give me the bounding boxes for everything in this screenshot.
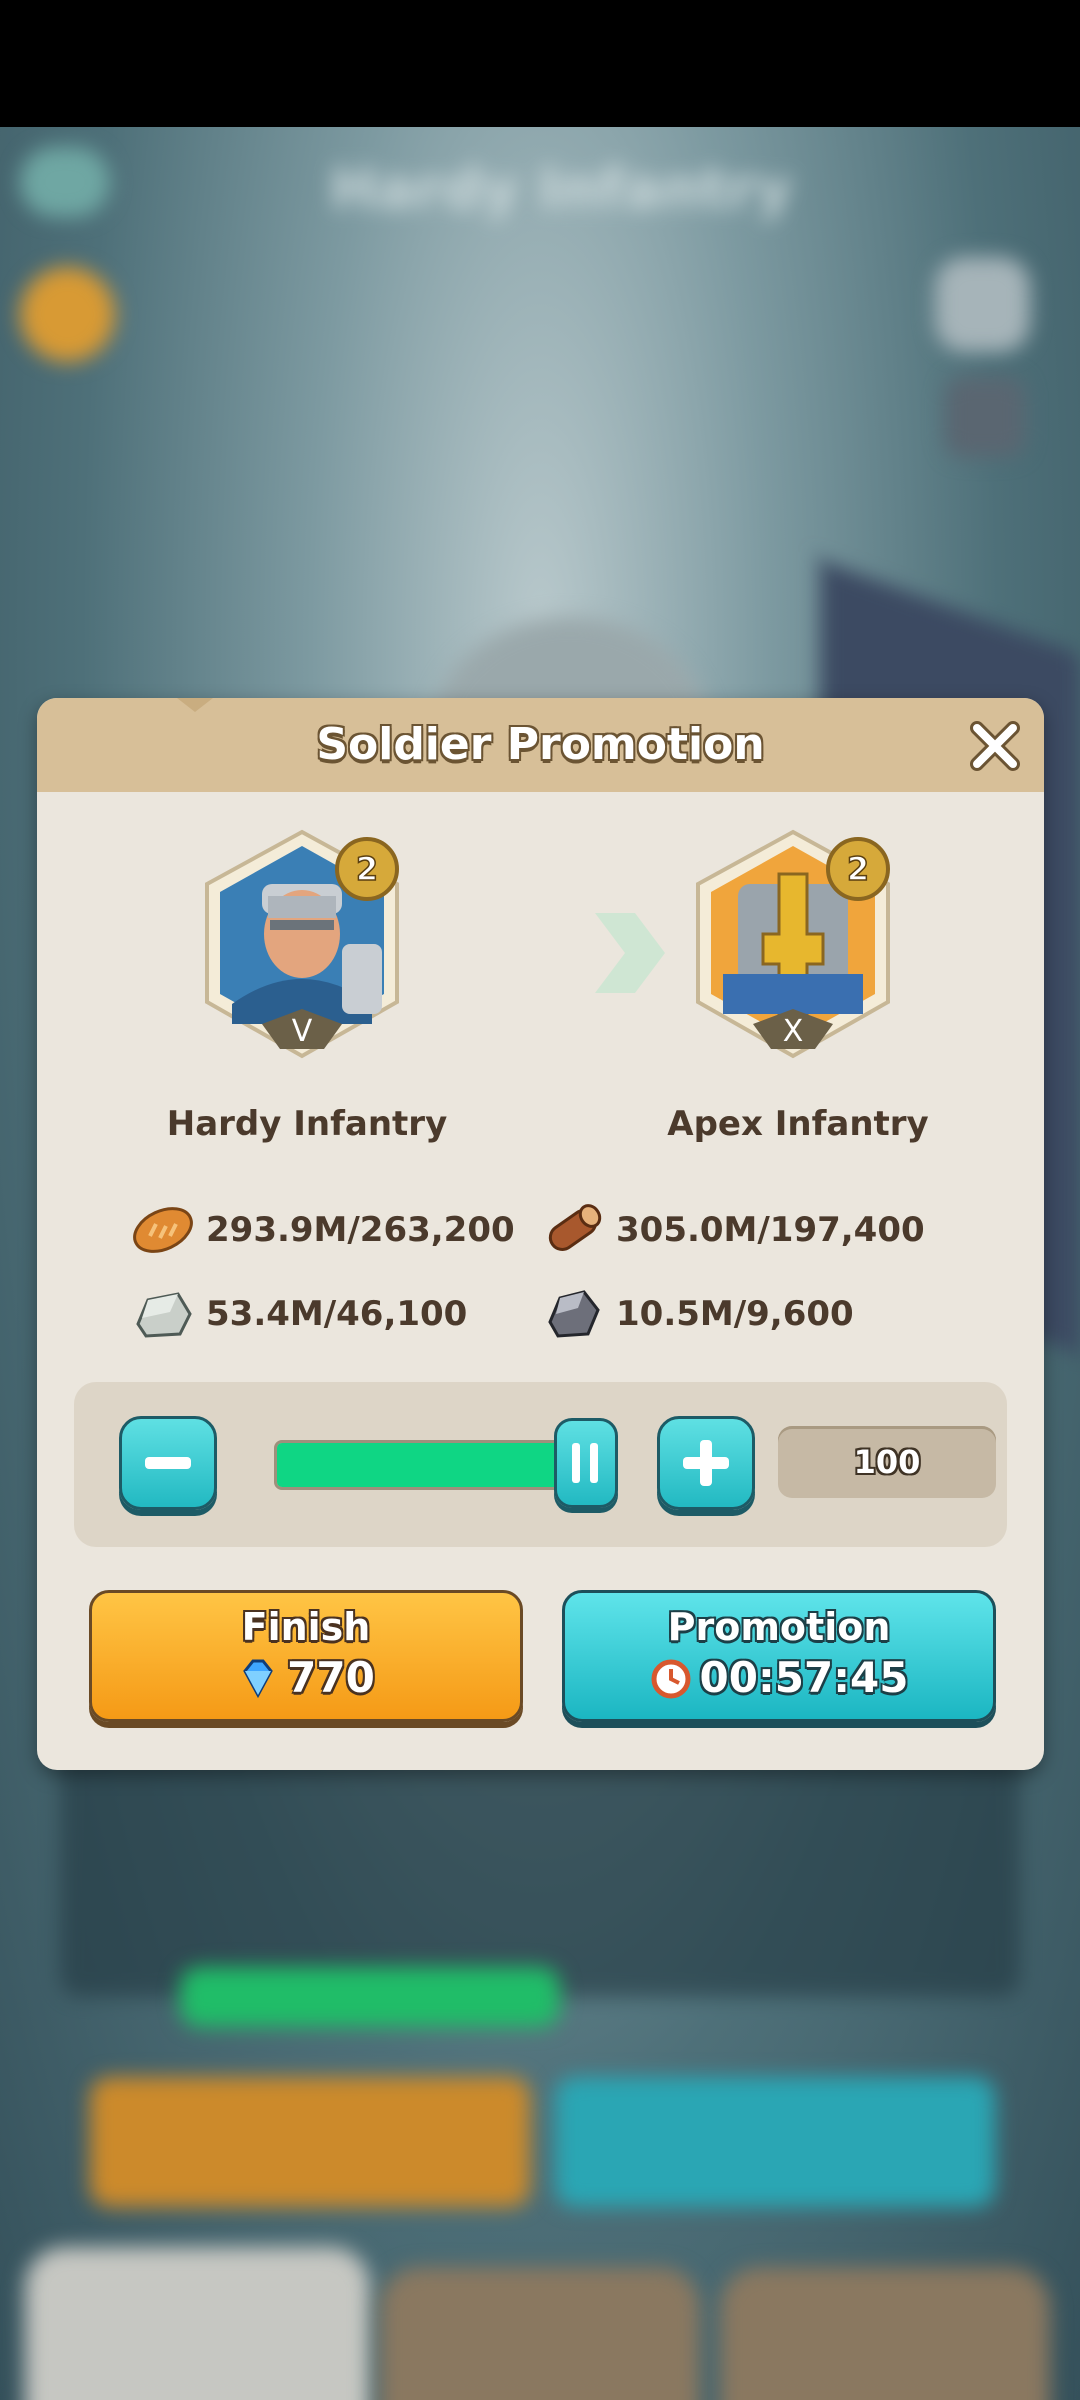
promotion-button-label: Promotion [667, 1605, 891, 1649]
wood-log-icon [548, 1204, 602, 1251]
level-label: 2 [847, 850, 869, 888]
menu-icon [945, 377, 1025, 457]
background-button-right [555, 2077, 995, 2207]
avatar [935, 257, 1030, 352]
finish-button-label: Finish [241, 1605, 371, 1649]
resource-stone: 53.4M/46,100 [130, 1284, 467, 1344]
promotion-time: 00:57:45 [699, 1653, 909, 1702]
background-tab-1 [25, 2247, 370, 2400]
quantity-slider-fill [277, 1443, 577, 1487]
resource-wood: 305.0M/197,400 [540, 1200, 925, 1260]
resource-iron-value: 10.5M/9,600 [616, 1294, 854, 1334]
background-panel [60, 1737, 1020, 1997]
increase-button[interactable] [657, 1416, 755, 1510]
resource-wood-value: 305.0M/197,400 [616, 1210, 925, 1250]
background-button-left [90, 2077, 530, 2207]
arrow-right-icon [595, 913, 665, 993]
tier-label: X [783, 1014, 804, 1049]
quantity-slider-thumb[interactable] [554, 1418, 618, 1508]
clock-icon [651, 1659, 691, 1698]
gem-icon [243, 1659, 273, 1698]
background-tab-2 [380, 2267, 700, 2400]
back-button [20, 147, 110, 217]
quantity-slider-track[interactable] [274, 1440, 580, 1490]
minus-icon [145, 1457, 191, 1469]
coin-icon [20, 267, 115, 362]
finish-cost: 770 [287, 1653, 375, 1702]
dialog-title: Soldier Promotion [316, 719, 765, 770]
iron-ore-icon [548, 1290, 600, 1338]
decrease-button[interactable] [119, 1416, 217, 1510]
finish-button[interactable]: Finish 770 [89, 1590, 523, 1722]
background-title: Hardy Infantry [330, 157, 792, 222]
quantity-input[interactable]: 100 [778, 1426, 996, 1498]
background-slider [180, 1967, 560, 2027]
status-bar [0, 0, 1080, 127]
level-label: 2 [356, 850, 378, 888]
resource-stone-value: 53.4M/46,100 [206, 1294, 468, 1334]
bread-icon [133, 1207, 193, 1253]
promotion-button[interactable]: Promotion 00:57:45 [562, 1590, 996, 1722]
resource-iron: 10.5M/9,600 [540, 1284, 854, 1344]
background-tab-3 [720, 2267, 1050, 2400]
stone-icon [136, 1292, 192, 1338]
quantity-panel: 100 [74, 1382, 1007, 1547]
resource-food-value: 293.9M/263,200 [206, 1210, 515, 1250]
close-icon[interactable] [967, 718, 1023, 774]
apex-infantry-portrait-icon: X 2 [696, 829, 890, 1059]
tier-label: V [292, 1014, 313, 1049]
hardy-infantry-portrait-icon: V 2 [205, 829, 399, 1059]
soldier-promotion-dialog: Soldier Promotion V 2 Hardy Infantry X 2… [37, 698, 1044, 1770]
resource-food: 293.9M/263,200 [130, 1200, 515, 1260]
target-unit-name: Apex Infantry [667, 1104, 929, 1144]
current-unit-name: Hardy Infantry [166, 1104, 448, 1144]
